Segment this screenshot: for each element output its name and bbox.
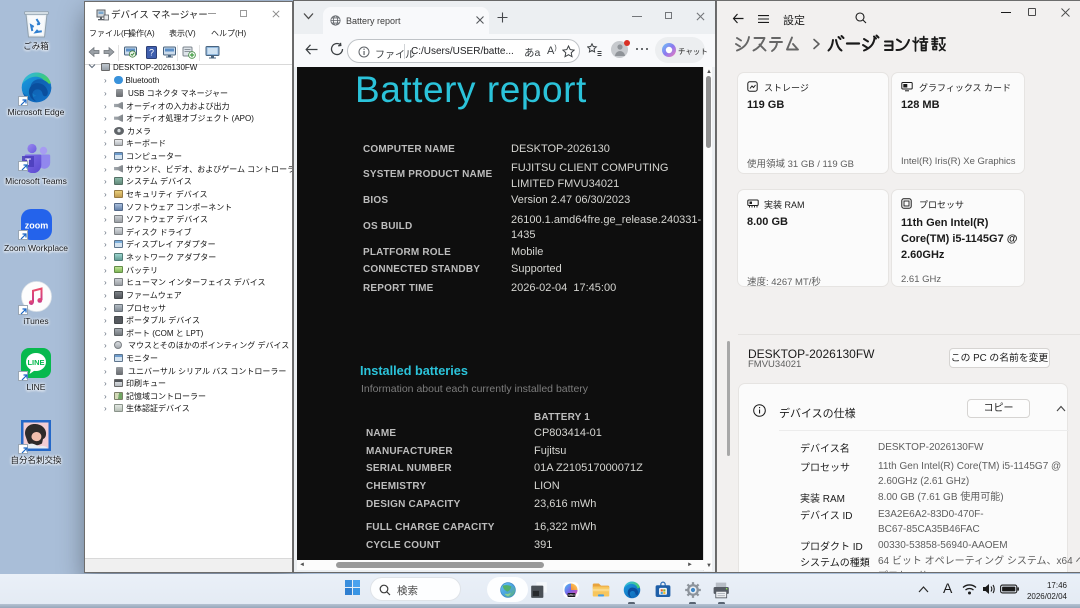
svg-text:LINE: LINE [27, 358, 44, 367]
svg-text:?: ? [149, 48, 154, 58]
svg-text:zoom: zoom [24, 221, 48, 231]
svg-text:MSN: MSN [568, 593, 574, 597]
